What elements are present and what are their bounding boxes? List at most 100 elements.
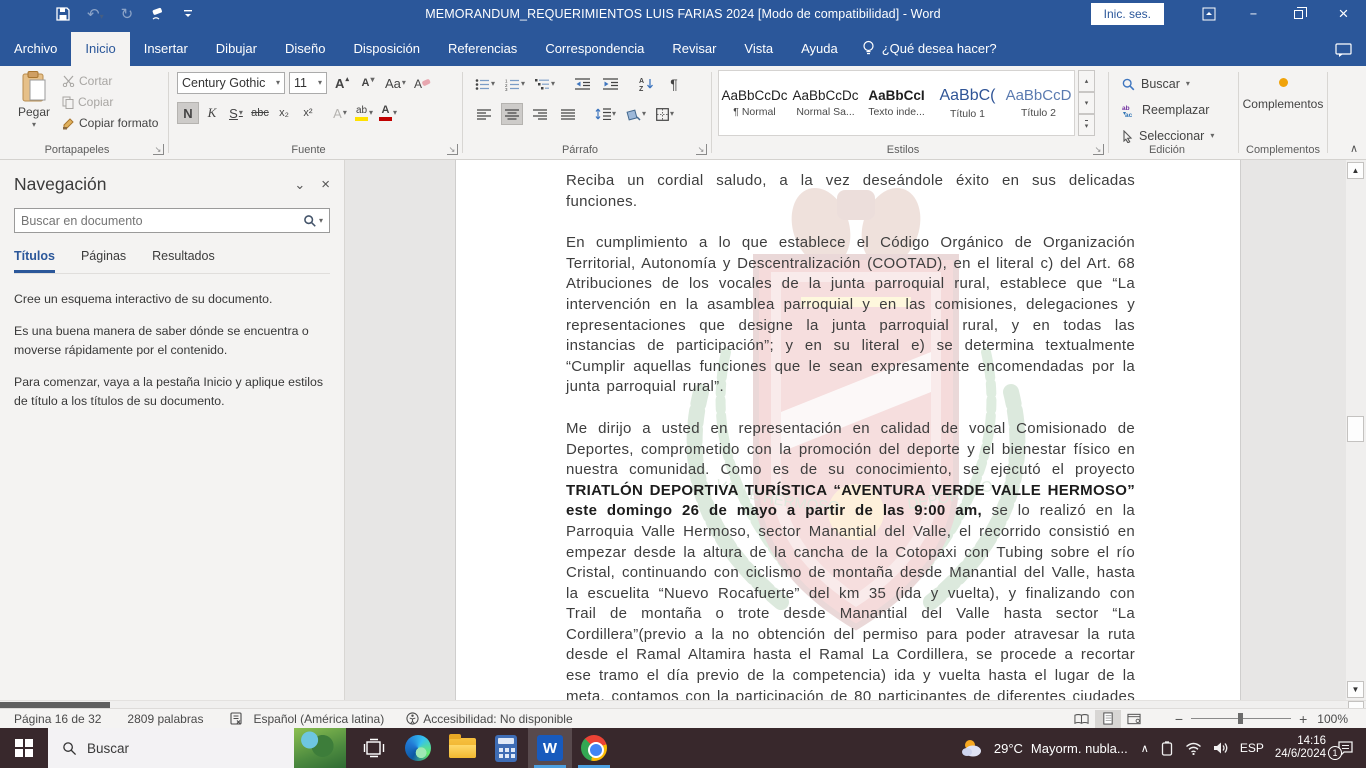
sort-button[interactable]: AZ bbox=[635, 73, 657, 95]
task-view-icon[interactable] bbox=[352, 728, 396, 768]
accessibility-status[interactable]: Accesibilidad: No disponible bbox=[423, 712, 572, 726]
tab-ayuda[interactable]: Ayuda bbox=[787, 32, 852, 66]
search-input[interactable] bbox=[15, 214, 303, 228]
file-explorer-icon[interactable] bbox=[440, 728, 484, 768]
zoom-slider-thumb[interactable] bbox=[1238, 713, 1243, 724]
style-texto-independiente[interactable]: AaBbCcI Texto inde... bbox=[861, 71, 932, 135]
font-color-button[interactable]: A ▾ bbox=[377, 102, 399, 124]
feedback-icon[interactable] bbox=[1335, 43, 1366, 66]
document-page[interactable]: VALLE HERMOSO DEPORTIVO Reciba un cordia… bbox=[455, 160, 1241, 700]
estilos-dialog-launcher[interactable]: ↘ bbox=[1093, 144, 1104, 155]
zoom-slider[interactable] bbox=[1191, 718, 1291, 719]
paste-button[interactable]: Pegar ▾ bbox=[10, 71, 58, 129]
style-normal[interactable]: AaBbCcDc ¶ Normal bbox=[719, 71, 790, 135]
fuente-dialog-launcher[interactable]: ↘ bbox=[447, 144, 458, 155]
align-left-button[interactable] bbox=[473, 103, 495, 125]
nav-tab-titulos[interactable]: Títulos bbox=[14, 249, 55, 273]
nav-tab-resultados[interactable]: Resultados bbox=[152, 249, 215, 273]
paragraph-1-text[interactable]: Reciba un cordial saludo, a la vez deseá… bbox=[566, 172, 1135, 210]
document-search-box[interactable]: ▾ bbox=[14, 208, 330, 233]
strikethrough-button[interactable]: abc bbox=[249, 102, 271, 124]
vertical-scrollbar[interactable]: ▲ ▼ bbox=[1346, 160, 1366, 700]
shrink-font-button[interactable]: A▾ bbox=[357, 72, 379, 94]
language-indicator[interactable]: Español (América latina) bbox=[253, 712, 384, 726]
tab-referencias[interactable]: Referencias bbox=[434, 32, 531, 66]
paragraph-3-run-1[interactable]: Me dirijo a usted en representación en c… bbox=[566, 420, 1135, 478]
device-icon[interactable] bbox=[1160, 741, 1174, 756]
scroll-up-arrow[interactable]: ▲ bbox=[1347, 162, 1364, 179]
start-button[interactable] bbox=[0, 728, 48, 768]
tray-chevron-icon[interactable]: ∧ bbox=[1141, 742, 1149, 755]
parrafo-dialog-launcher[interactable]: ↘ bbox=[696, 144, 707, 155]
tab-inicio[interactable]: Inicio bbox=[71, 32, 129, 66]
align-right-button[interactable] bbox=[529, 103, 551, 125]
save-icon[interactable] bbox=[56, 7, 70, 21]
highlight-color-button[interactable]: ab ▾ bbox=[353, 102, 375, 124]
print-layout-view-icon[interactable] bbox=[1095, 710, 1121, 728]
restore-button[interactable] bbox=[1276, 0, 1321, 28]
portapapeles-dialog-launcher[interactable]: ↘ bbox=[153, 144, 164, 155]
zoom-percentage[interactable]: 100% bbox=[1317, 712, 1348, 726]
grow-font-button[interactable]: A▴ bbox=[331, 72, 353, 94]
document-canvas[interactable]: VALLE HERMOSO DEPORTIVO Reciba un cordia… bbox=[346, 160, 1345, 700]
paragraph-2-text[interactable]: En cumplimiento a lo que establece el Có… bbox=[566, 234, 1135, 395]
sign-in-button[interactable]: Inic. ses. bbox=[1091, 3, 1164, 25]
minimize-button[interactable]: − bbox=[1231, 0, 1276, 28]
close-button[interactable]: × bbox=[1321, 0, 1366, 28]
font-name-combobox[interactable]: Century Gothic▾ bbox=[177, 72, 285, 94]
cut-button[interactable]: Cortar bbox=[62, 74, 158, 88]
borders-button[interactable]: ▾ bbox=[654, 103, 676, 125]
paragraph-3-run-3[interactable]: se lo realizó en la Parroquia Valle Herm… bbox=[566, 502, 1135, 700]
navigation-close-icon[interactable]: × bbox=[321, 176, 330, 193]
taskbar-search-box[interactable]: Buscar bbox=[48, 728, 346, 768]
format-painter-button[interactable]: Copiar formato bbox=[62, 116, 158, 130]
vertical-scroll-thumb[interactable] bbox=[1347, 416, 1364, 442]
line-spacing-button[interactable]: ▾ bbox=[593, 103, 618, 125]
document-text[interactable]: Reciba un cordial saludo, a la vez deseá… bbox=[566, 171, 1135, 700]
tab-correspondencia[interactable]: Correspondencia bbox=[531, 32, 658, 66]
tab-archivo[interactable]: Archivo bbox=[0, 32, 71, 66]
bold-button[interactable]: N bbox=[177, 102, 199, 124]
increase-indent-button[interactable] bbox=[599, 73, 621, 95]
tab-vista[interactable]: Vista bbox=[730, 32, 787, 66]
font-size-combobox[interactable]: 11▾ bbox=[289, 72, 327, 94]
copy-button[interactable]: Copiar bbox=[62, 95, 158, 109]
decrease-indent-button[interactable] bbox=[571, 73, 593, 95]
notification-center-icon[interactable]: 1 bbox=[1337, 740, 1354, 756]
style-titulo-2[interactable]: AaBbCcD Título 2 bbox=[1003, 71, 1074, 135]
customize-qat-icon[interactable] bbox=[183, 9, 193, 19]
scroll-down-arrow[interactable]: ▼ bbox=[1347, 681, 1364, 698]
zoom-in-button[interactable]: + bbox=[1299, 711, 1307, 727]
navigation-options-chevron-icon[interactable]: ⌄ bbox=[294, 177, 305, 193]
styles-scroll-up[interactable]: ▴ bbox=[1078, 70, 1095, 92]
tab-diseno[interactable]: Diseño bbox=[271, 32, 339, 66]
underline-button[interactable]: S▾ bbox=[225, 102, 247, 124]
redo-icon[interactable]: ↻ bbox=[121, 7, 134, 22]
shading-button[interactable]: ▾ bbox=[624, 103, 648, 125]
nav-tab-paginas[interactable]: Páginas bbox=[81, 249, 126, 273]
page-indicator[interactable]: Página 16 de 32 bbox=[14, 712, 101, 726]
styles-scroll-down[interactable]: ▾ bbox=[1078, 92, 1095, 114]
collapse-ribbon-icon[interactable]: ∧ bbox=[1350, 142, 1358, 155]
style-titulo-1[interactable]: AaBbC( Título 1 bbox=[932, 71, 1003, 135]
tab-revisar[interactable]: Revisar bbox=[658, 32, 730, 66]
proofing-errors-icon[interactable] bbox=[229, 712, 243, 725]
search-highlight-image[interactable] bbox=[294, 728, 346, 768]
undo-icon[interactable]: ↶▾ bbox=[87, 7, 104, 22]
edge-icon[interactable] bbox=[396, 728, 440, 768]
tell-me-box[interactable]: ¿Qué desea hacer? bbox=[852, 31, 1007, 66]
bullets-button[interactable]: ▾ bbox=[473, 73, 497, 95]
superscript-button[interactable]: x² bbox=[297, 102, 319, 124]
accessibility-icon[interactable] bbox=[406, 712, 419, 725]
multilevel-list-button[interactable]: ▾ bbox=[533, 73, 557, 95]
align-center-button[interactable] bbox=[501, 103, 523, 125]
clock[interactable]: 14:16 24/6/2024 bbox=[1275, 735, 1326, 761]
tab-disposicion[interactable]: Disposición bbox=[339, 32, 433, 66]
volume-icon[interactable] bbox=[1213, 741, 1229, 755]
wifi-icon[interactable] bbox=[1185, 742, 1202, 755]
clear-formatting-button[interactable]: A bbox=[412, 72, 434, 94]
italic-button[interactable]: K bbox=[201, 102, 223, 124]
ribbon-display-options-icon[interactable] bbox=[1186, 0, 1231, 28]
text-effects-button[interactable]: A▾ bbox=[329, 102, 351, 124]
styles-more-button[interactable]: ▾ bbox=[1078, 114, 1095, 136]
